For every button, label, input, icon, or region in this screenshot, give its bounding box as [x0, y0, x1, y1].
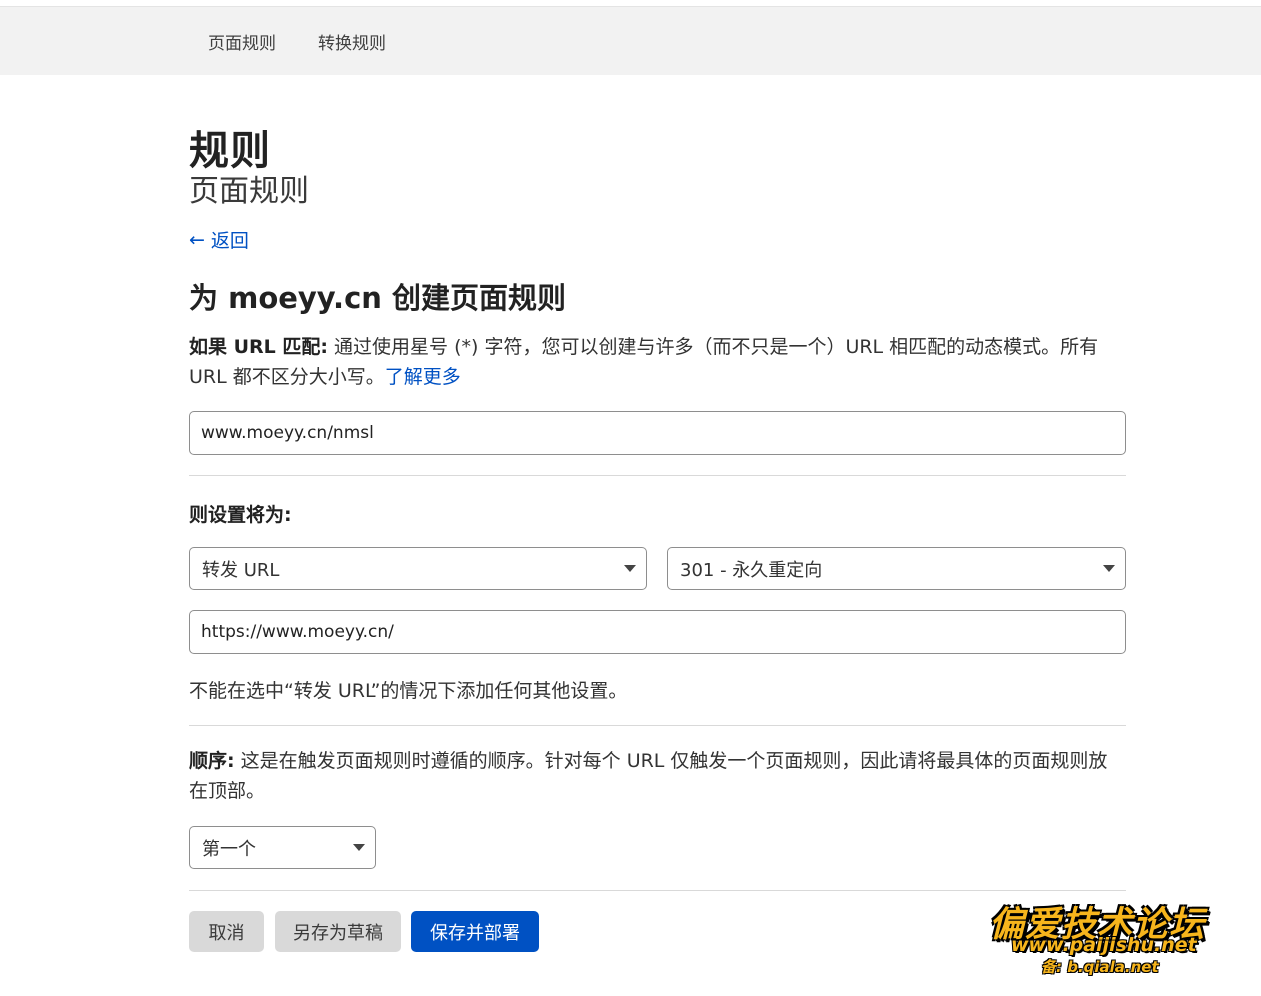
tab-transform-rules[interactable]: 转换规则	[318, 29, 386, 54]
order-description: 顺序: 这是在触发页面规则时遵循的顺序。针对每个 URL 仅触发一个页面规则，因…	[189, 746, 1126, 806]
divider	[189, 475, 1126, 476]
tab-page-rules[interactable]: 页面规则	[208, 29, 276, 54]
back-label: 返回	[210, 230, 249, 252]
top-tab-bar: 页面规则 转换规则	[0, 6, 1261, 75]
caret-down-icon	[624, 565, 636, 572]
order-select-value: 第一个	[202, 838, 256, 860]
settings-label: 则设置将为:	[189, 504, 292, 526]
status-code-select-value: 301 - 永久重定向	[680, 559, 823, 581]
url-match-label: 如果 URL 匹配:	[189, 336, 328, 358]
destination-url-input[interactable]	[189, 610, 1126, 654]
save-deploy-button[interactable]: 保存并部署	[411, 911, 539, 952]
url-match-description: 如果 URL 匹配: 通过使用星号 (*) 字符，您可以创建与许多（而不只是一个…	[189, 332, 1126, 392]
divider	[189, 725, 1126, 726]
url-match-input[interactable]	[189, 411, 1126, 455]
divider	[189, 890, 1126, 891]
order-label: 顺序:	[189, 750, 235, 772]
forwarding-note: 不能在选中“转发 URL”的情况下添加任何其他设置。	[189, 680, 628, 702]
order-select[interactable]: 第一个	[189, 826, 376, 869]
learn-more-link[interactable]: 了解更多	[385, 366, 461, 388]
back-link[interactable]: ← 返回	[189, 226, 249, 253]
page-subtitle: 页面规则	[189, 174, 309, 209]
caret-down-icon	[1103, 565, 1115, 572]
arrow-left-icon: ←	[189, 228, 205, 251]
watermark-sub: 备: b.qiala.net	[1041, 958, 1159, 976]
cancel-button[interactable]: 取消	[189, 911, 264, 952]
status-code-select[interactable]: 301 - 永久重定向	[667, 547, 1126, 590]
setting-select-value: 转发 URL	[202, 559, 280, 581]
form-heading: 为 moeyy.cn 创建页面规则	[189, 281, 567, 315]
watermark-logo: 偏爱技术论坛 www.paijishu.net 备: b.qiala.net	[985, 896, 1245, 980]
order-text: 这是在触发页面规则时遵循的顺序。针对每个 URL 仅触发一个页面规则，因此请将最…	[189, 750, 1108, 802]
watermark-url: www.paijishu.net	[1011, 934, 1197, 956]
save-draft-button[interactable]: 另存为草稿	[275, 911, 401, 952]
caret-down-icon	[353, 844, 365, 851]
setting-select[interactable]: 转发 URL	[189, 547, 647, 590]
